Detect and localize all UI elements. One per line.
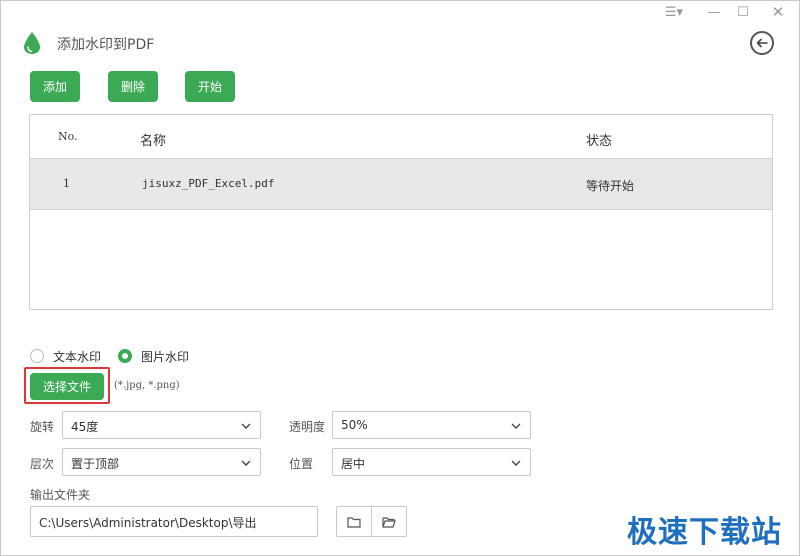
radio-label: 图片水印 [141,349,190,364]
rotation-value: 45度 [71,420,99,434]
site-watermark: 极速下载站 [627,515,782,550]
add-button[interactable]: 添加 [30,71,80,102]
chevron-down-icon [241,423,251,429]
position-label: 位置 [289,457,314,471]
menu-icon[interactable]: ☰▾ [661,3,687,21]
column-header-name: 名称 [140,134,167,149]
opacity-select[interactable]: 50% [332,411,531,439]
choose-file-button[interactable]: 选择文件 [30,373,104,400]
row-file-name: jisuxz_PDF_Excel.pdf [142,177,275,190]
chevron-down-icon [241,460,251,466]
start-button[interactable]: 开始 [185,71,235,102]
radio-text-watermark[interactable]: 文本水印 [30,347,101,365]
column-header-status: 状态 [586,134,613,149]
radio-button[interactable] [30,349,44,363]
row-number: 1 [63,177,70,190]
droplet-icon [24,32,40,54]
chevron-down-icon [511,460,521,466]
output-path-input[interactable]: C:\Users\Administrator\Desktop\导出 [30,506,318,537]
chevron-down-icon [511,423,521,429]
layer-select[interactable]: 置于顶部 [62,448,261,476]
browse-folder-button[interactable] [336,506,372,537]
output-path-value: C:\Users\Administrator\Desktop\导出 [39,516,257,530]
table-header: No. 名称 状态 [30,115,772,159]
rotation-select[interactable]: 45度 [62,411,261,439]
opacity-value: 50% [341,418,368,432]
output-folder-label: 输出文件夹 [30,488,91,502]
open-folder-icon [382,516,396,528]
folder-icon [347,516,361,528]
close-icon[interactable]: ✕ [767,3,789,21]
minimize-icon[interactable]: — [704,3,724,21]
open-folder-button[interactable] [371,506,407,537]
table-row[interactable]: 1 jisuxz_PDF_Excel.pdf 等待开始 [30,159,772,210]
radio-button-selected[interactable] [118,349,132,363]
radio-image-watermark[interactable]: 图片水印 [118,347,189,365]
maximize-icon[interactable]: ☐ [734,3,752,21]
app-title: 添加水印到PDF [57,37,155,53]
rotation-label: 旋转 [30,420,55,434]
opacity-label: 透明度 [289,420,326,434]
back-arrow-icon[interactable] [750,31,774,55]
file-table: No. 名称 状态 1 jisuxz_PDF_Excel.pdf 等待开始 [29,114,773,310]
position-value: 居中 [341,457,366,471]
radio-label: 文本水印 [53,349,102,364]
extensions-hint: (*.jpg, *.png) [114,380,180,391]
layer-value: 置于顶部 [71,457,120,471]
row-status: 等待开始 [586,179,635,193]
layer-label: 层次 [30,457,55,471]
position-select[interactable]: 居中 [332,448,531,476]
app-window: ☰▾ — ☐ ✕ 添加水印到PDF 添加 删除 开始 No. 名称 状态 1 j… [0,0,800,556]
column-header-no: No. [58,130,78,143]
delete-button[interactable]: 删除 [108,71,158,102]
